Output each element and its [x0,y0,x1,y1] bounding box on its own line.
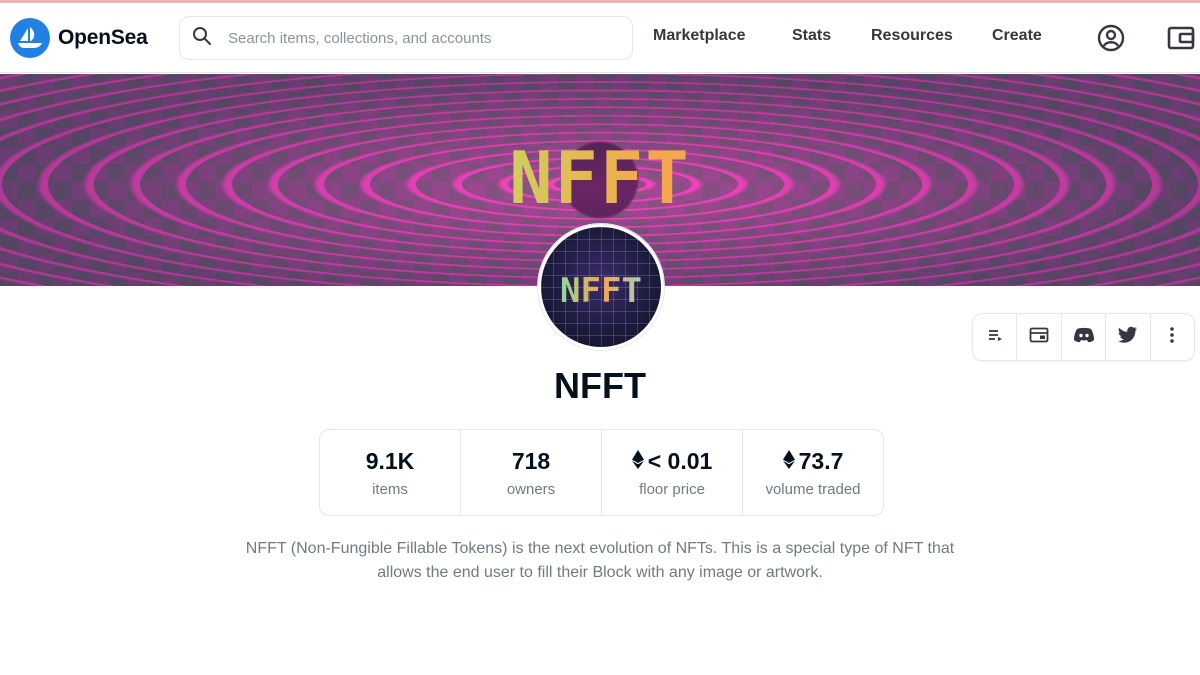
activity-button[interactable] [973,314,1018,360]
activity-icon [987,328,1003,347]
collection-description: NFFT (Non-Fungible Fillable Tokens) is t… [245,540,955,581]
navbar: OpenSea Marketplace Stats Resources Crea… [0,3,1200,73]
collection-title: NFFT [554,365,646,406]
stat-label: items [372,480,408,498]
discord-icon [1073,327,1095,348]
stat-number: < 0.01 [647,447,713,474]
twitter-button[interactable] [1106,314,1151,360]
collection-stats: 9.1K items 718 owners < 0.01 floor price… [319,429,884,516]
search-input[interactable] [228,29,608,47]
website-icon [1029,327,1049,348]
stat-label: volume traded [765,480,861,498]
opensea-logo[interactable]: OpenSea [10,18,148,58]
wallet-icon[interactable] [1166,23,1196,53]
stat-value: 718 [512,448,550,475]
stat-owners[interactable]: 718 owners [461,430,602,515]
stat-number: 9.1K [365,447,415,474]
search-icon [192,26,212,51]
logo-text: OpenSea [58,26,148,49]
more-options-button[interactable] [1151,314,1194,360]
banner-title-art: NFFT [0,136,1200,220]
stat-label: floor price [639,480,705,498]
stat-number: 718 [511,447,551,474]
ethereum-icon [631,448,644,475]
social-button-group [972,313,1195,361]
stat-value: 73.7 [782,447,844,475]
stat-number: 73.7 [798,447,844,474]
website-button[interactable] [1017,314,1062,360]
collection-avatar: NFFT [538,224,664,350]
nav-stats[interactable]: Stats [792,27,831,45]
twitter-icon [1117,326,1138,348]
stat-value: 9.1K [366,448,415,475]
stat-volume-traded[interactable]: 73.7 volume traded [743,430,883,515]
nav-marketplace[interactable]: Marketplace [653,27,746,45]
stat-value: < 0.01 [631,447,713,475]
avatar-title-art: NFFT [541,271,661,311]
ethereum-icon [782,448,795,475]
stat-label: owners [506,480,556,498]
nav-resources[interactable]: Resources [871,27,953,45]
stat-items[interactable]: 9.1K items [320,430,461,515]
stat-floor-price[interactable]: < 0.01 floor price [602,430,743,515]
discord-button[interactable] [1062,314,1107,360]
account-icon[interactable] [1096,23,1126,53]
nav-create[interactable]: Create [992,27,1042,45]
search-bar[interactable] [179,16,633,60]
more-icon [1169,326,1175,349]
opensea-boat-icon [10,18,50,58]
